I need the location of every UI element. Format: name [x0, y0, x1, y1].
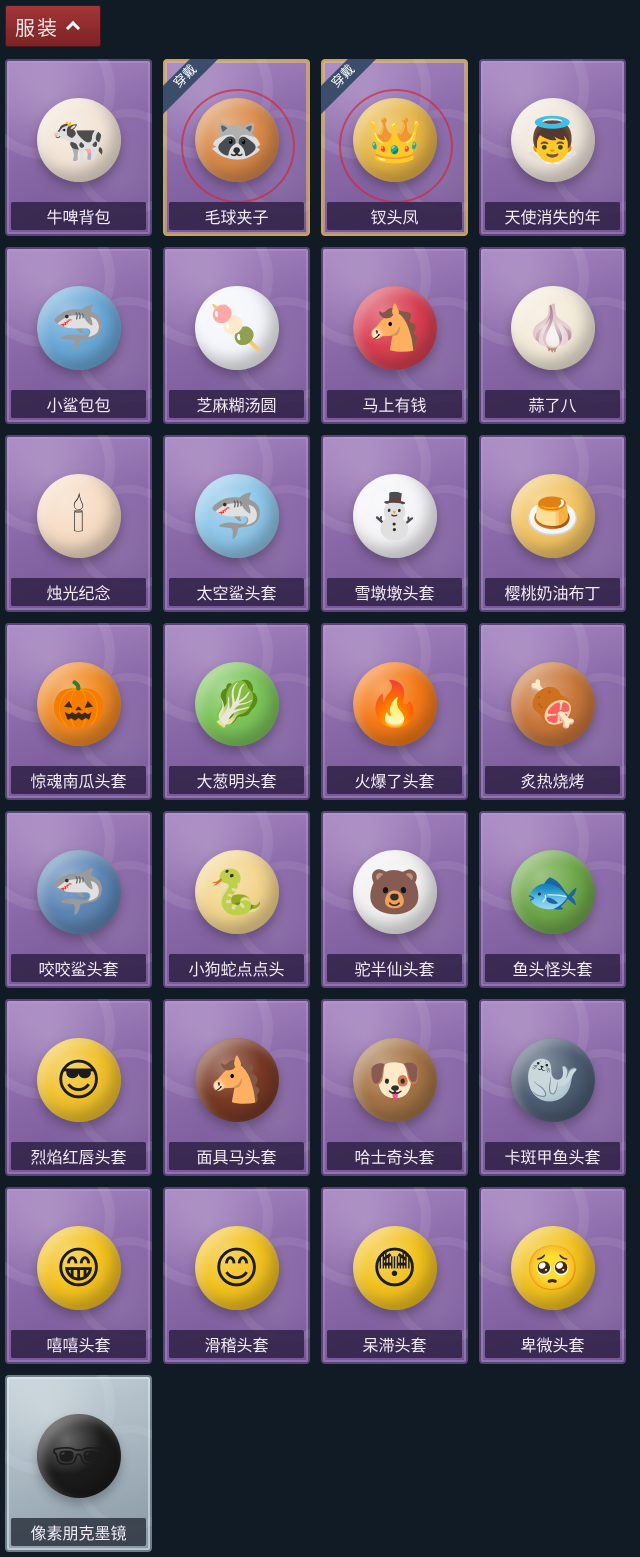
item-card[interactable]: 😎 烈焰红唇头套: [5, 999, 152, 1176]
yellow-mask-icon: 😎: [36, 1038, 121, 1123]
chevron-up-icon: [67, 20, 79, 32]
dog-snake-icon: 🐍: [194, 850, 279, 935]
cow-beer-backpack-icon: 🐄: [36, 98, 121, 183]
item-name: 嘻嘻头套: [11, 1330, 146, 1358]
item-card[interactable]: 👑 穿戴 钗头凤: [321, 59, 468, 236]
item-name: 樱桃奶油布丁: [485, 578, 620, 606]
item-card[interactable]: 🐄 牛啤背包: [5, 59, 152, 236]
item-name: 小狗蛇点点头: [169, 954, 304, 982]
item-card[interactable]: 🍖 炙热烧烤: [479, 623, 626, 800]
item-name: 钗头凤: [327, 202, 462, 230]
item-card[interactable]: 🐻 驼半仙头套: [321, 811, 468, 988]
item-name: 烛光纪念: [11, 578, 146, 606]
shark-bag-icon: 🦈: [36, 286, 121, 371]
seal-head-icon: 🦭: [510, 1038, 595, 1123]
bbq-meat-icon: 🍖: [510, 662, 595, 747]
item-card[interactable]: 🦈 咬咬鲨头套: [5, 811, 152, 988]
item-card[interactable]: 🧄 蒜了八: [479, 247, 626, 424]
item-card[interactable]: 🎃 惊魂南瓜头套: [5, 623, 152, 800]
humble-emoji-icon: 🥺: [510, 1226, 595, 1311]
item-card[interactable]: 🐴 面具马头套: [163, 999, 310, 1176]
fire-head-icon: 🔥: [352, 662, 437, 747]
item-name: 大葱明头套: [169, 766, 304, 794]
horse-mask-icon: 🐴: [194, 1038, 279, 1123]
item-name: 小鲨包包: [11, 390, 146, 418]
item-name: 鱼头怪头套: [485, 954, 620, 982]
red-horse-icon: 🐴: [352, 286, 437, 371]
pixel-sunglasses-icon: 🕶: [36, 1414, 121, 1499]
item-name: 牛啤背包: [11, 202, 146, 230]
item-name: 炙热烧烤: [485, 766, 620, 794]
item-card[interactable]: 😁 嘻嘻头套: [5, 1187, 152, 1364]
item-name: 卑微头套: [485, 1330, 620, 1358]
item-name: 太空鲨头套: [169, 578, 304, 606]
item-name: 卡斑甲鱼头套: [485, 1142, 620, 1170]
item-name: 面具马头套: [169, 1142, 304, 1170]
item-card[interactable]: 😳 呆滞头套: [321, 1187, 468, 1364]
item-name: 蒜了八: [485, 390, 620, 418]
item-name: 哈士奇头套: [327, 1142, 462, 1170]
rice-ball-icon: 🍡: [194, 286, 279, 371]
phoenix-crown-doll-icon: 👑: [352, 98, 437, 183]
item-name: 像素朋克墨镜: [11, 1518, 146, 1546]
item-name: 惊魂南瓜头套: [11, 766, 146, 794]
item-card[interactable]: 🐟 鱼头怪头套: [479, 811, 626, 988]
scallion-head-icon: 🥬: [194, 662, 279, 747]
pudding-icon: 🍮: [510, 474, 595, 559]
item-card[interactable]: 🍡 芝麻糊汤圆: [163, 247, 310, 424]
husky-head-icon: 🐶: [352, 1038, 437, 1123]
item-card[interactable]: 🥬 大葱明头套: [163, 623, 310, 800]
panda-bear-head-icon: 🐻: [352, 850, 437, 935]
item-name: 毛球夹子: [169, 202, 304, 230]
item-card[interactable]: 🍮 樱桃奶油布丁: [479, 435, 626, 612]
outfit-category-toggle[interactable]: 服装: [5, 5, 101, 47]
item-name: 驼半仙头套: [327, 954, 462, 982]
funny-emoji-icon: 😊: [194, 1226, 279, 1311]
item-name: 芝麻糊汤圆: [169, 390, 304, 418]
dazed-emoji-icon: 😳: [352, 1226, 437, 1311]
space-shark-head-icon: 🦈: [194, 474, 279, 559]
garlic-icon: 🧄: [510, 286, 595, 371]
item-name: 雪墩墩头套: [327, 578, 462, 606]
raccoon-drummer-icon: 🦝: [194, 98, 279, 183]
angel-doll-icon: 👼: [510, 98, 595, 183]
item-name: 马上有钱: [327, 390, 462, 418]
item-card[interactable]: 🦈 小鲨包包: [5, 247, 152, 424]
item-card[interactable]: 🦝 穿戴 毛球夹子: [163, 59, 310, 236]
item-card[interactable]: 👼 天使消失的年: [479, 59, 626, 236]
item-name: 火爆了头套: [327, 766, 462, 794]
item-card[interactable]: ⛄ 雪墩墩头套: [321, 435, 468, 612]
candle-icon: 🕯: [36, 474, 121, 559]
item-card[interactable]: 🥺 卑微头套: [479, 1187, 626, 1364]
item-card[interactable]: 🐴 马上有钱: [321, 247, 468, 424]
snowman-head-icon: ⛄: [352, 474, 437, 559]
item-card[interactable]: 🐍 小狗蛇点点头: [163, 811, 310, 988]
item-name: 呆滞头套: [327, 1330, 462, 1358]
item-name: 咬咬鲨头套: [11, 954, 146, 982]
category-title: 服装: [15, 15, 59, 40]
grin-emoji-icon: 😁: [36, 1226, 121, 1311]
item-card[interactable]: 🦭 卡斑甲鱼头套: [479, 999, 626, 1176]
item-card[interactable]: 🐶 哈士奇头套: [321, 999, 468, 1176]
item-name: 烈焰红唇头套: [11, 1142, 146, 1170]
item-card[interactable]: 🕯 烛光纪念: [5, 435, 152, 612]
biting-shark-icon: 🦈: [36, 850, 121, 935]
item-card[interactable]: 🕶 像素朋克墨镜: [5, 1375, 152, 1552]
item-name: 天使消失的年: [485, 202, 620, 230]
item-name: 滑稽头套: [169, 1330, 304, 1358]
item-grid: 🐄 牛啤背包 🦝 穿戴 毛球夹子 👑 穿戴 钗头凤 👼 天使消失的年 🦈 小鲨包包 🍡 芝麻糊汤圆 🐴 马上有…: [5, 59, 626, 1552]
item-card[interactable]: 🔥 火爆了头套: [321, 623, 468, 800]
item-card[interactable]: 🦈 太空鲨头套: [163, 435, 310, 612]
fish-head-icon: 🐟: [510, 850, 595, 935]
pumpkin-head-icon: 🎃: [36, 662, 121, 747]
item-card[interactable]: 😊 滑稽头套: [163, 1187, 310, 1364]
